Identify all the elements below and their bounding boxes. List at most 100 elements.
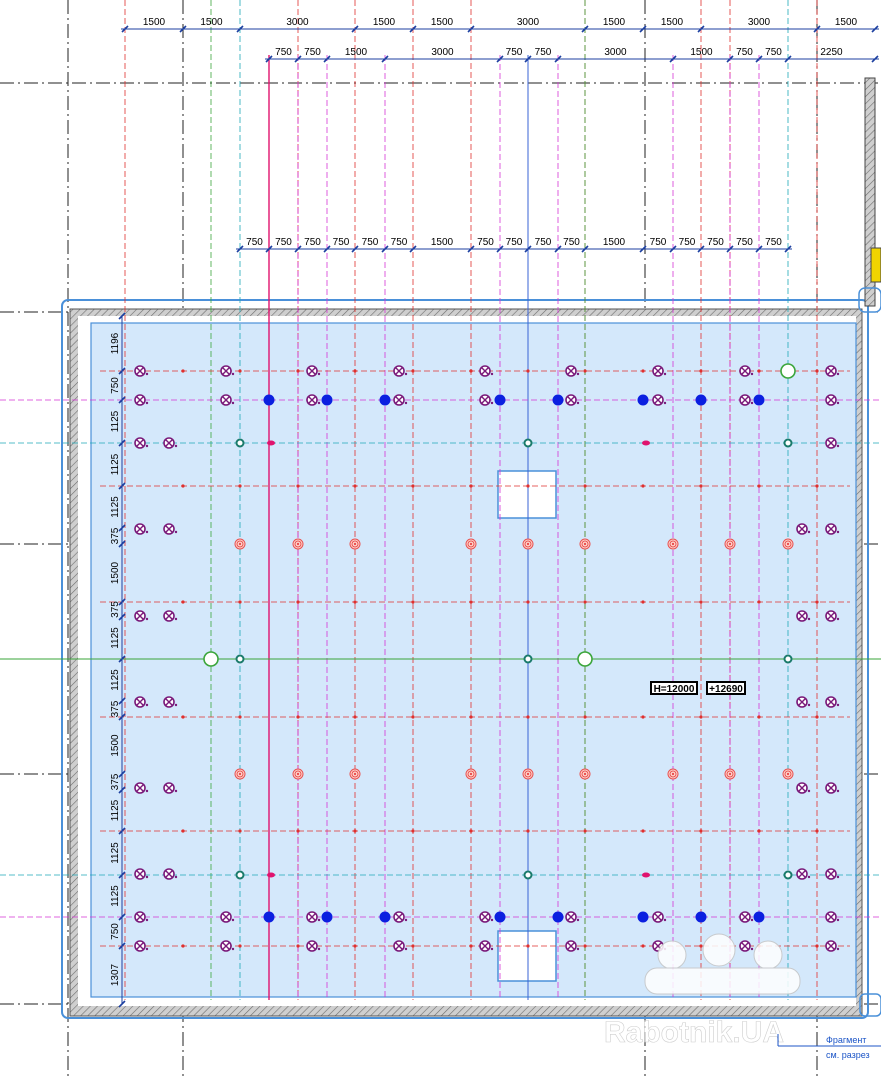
lamp-icon [667, 538, 679, 550]
grid-marker-icon [641, 829, 645, 833]
dimension-label: 1500 [661, 17, 684, 28]
grid-marker-icon [296, 829, 300, 833]
node-icon [235, 870, 245, 880]
grid-marker-icon [583, 484, 587, 488]
lamp-icon [292, 768, 304, 780]
grid-marker-icon [238, 484, 242, 488]
elevation-label-mark: +12690 [709, 684, 743, 695]
riser-icon [780, 363, 796, 379]
lamp-icon [522, 768, 534, 780]
dimension-label: 1125 [110, 496, 121, 518]
detector-icon [552, 394, 564, 406]
dimension-label: 375 [110, 527, 121, 544]
grid-marker-icon [296, 944, 300, 948]
dimension-label: 1500 [110, 734, 121, 757]
grid-marker-icon [641, 369, 645, 373]
dimension-label: 750 [391, 237, 408, 248]
grid-marker-icon [411, 600, 415, 604]
dimension-label: 750 [736, 47, 753, 58]
detector-icon [379, 911, 391, 923]
dimension-label: 1500 [110, 561, 121, 584]
dimension-label: 1500 [200, 17, 223, 28]
grid-marker-icon [583, 829, 587, 833]
dimension-label: 1196 [110, 332, 121, 354]
node-icon [523, 438, 533, 448]
lamp-icon [724, 768, 736, 780]
dimension-label: 1125 [110, 627, 121, 649]
pipe-marker-icon [642, 872, 650, 878]
grid-marker-icon [526, 600, 530, 604]
dimension-label: 750 [563, 237, 580, 248]
dimension-label: 1500 [431, 237, 454, 248]
grid-marker-icon [699, 715, 703, 719]
dimension-label: 1500 [603, 17, 626, 28]
detector-icon [321, 394, 333, 406]
grid-marker-icon [181, 944, 185, 948]
grid-marker-icon [296, 369, 300, 373]
detector-icon [321, 911, 333, 923]
lamp-icon [349, 538, 361, 550]
grid-marker-icon [353, 715, 357, 719]
dimension-label: 1125 [110, 885, 121, 907]
detector-icon [494, 911, 506, 923]
grid-marker-icon [469, 600, 473, 604]
grid-marker-icon [469, 369, 473, 373]
dimension-label: 3000 [517, 17, 540, 28]
dimension-label: 750 [535, 47, 552, 58]
grid-marker-icon [757, 484, 761, 488]
dimension-label: 1500 [603, 237, 626, 248]
grid-marker-icon [469, 829, 473, 833]
grid-marker-icon [815, 715, 819, 719]
dimension-label: 1307 [110, 963, 121, 986]
lamp-icon [579, 538, 591, 550]
grid-marker-icon [353, 829, 357, 833]
floor-plan-drawing: 1500 1500 3000 1500 1500 3000 1500 1500 3000 1500… [0, 0, 881, 1080]
grid-marker-icon [583, 369, 587, 373]
pipe-marker-icon [642, 440, 650, 446]
detector-icon [695, 911, 707, 923]
node-icon [235, 438, 245, 448]
dimension-label: 3000 [286, 17, 309, 28]
corner-note: Фрагмент см. разрез [777, 1034, 881, 1060]
grid-marker-icon [469, 484, 473, 488]
dimension-label: 750 [246, 237, 263, 248]
detector-icon [379, 394, 391, 406]
dimension-label: 750 [477, 237, 494, 248]
detector-icon [263, 911, 275, 923]
grid-marker-icon [699, 829, 703, 833]
riser-icon [203, 651, 219, 667]
grid-marker-icon [641, 944, 645, 948]
dimension-label: 750 [304, 47, 321, 58]
grid-marker-icon [526, 715, 530, 719]
grid-marker-icon [353, 484, 357, 488]
dimension-label: 3000 [431, 47, 454, 58]
detector-icon [637, 394, 649, 406]
dimension-label: 1500 [373, 17, 396, 28]
dimension-label: 750 [110, 377, 121, 394]
pipe-marker-icon [267, 872, 275, 878]
grid-marker-icon [526, 369, 530, 373]
grid-marker-icon [526, 944, 530, 948]
grid-marker-icon [641, 600, 645, 604]
dimension-label: 750 [765, 237, 782, 248]
grid-marker-icon [411, 369, 415, 373]
dimension-label: 1125 [110, 410, 121, 432]
detector-icon [695, 394, 707, 406]
grid-marker-icon [238, 944, 242, 948]
lamp-icon [234, 538, 246, 550]
grid-marker-icon [353, 944, 357, 948]
riser-icon [577, 651, 593, 667]
section-ref-note: см. разрез [826, 1050, 870, 1060]
grid-marker-icon [353, 369, 357, 373]
grid-marker-icon [411, 484, 415, 488]
lamp-icon [522, 538, 534, 550]
dimension-label: 750 [650, 237, 667, 248]
grid-marker-icon [583, 715, 587, 719]
grid-marker-icon [469, 944, 473, 948]
opening-upper [497, 470, 557, 519]
grid-marker-icon [526, 829, 530, 833]
dimension-label: 750 [765, 47, 782, 58]
lamp-icon [465, 538, 477, 550]
lamp-icon [782, 768, 794, 780]
grid-marker-icon [699, 600, 703, 604]
